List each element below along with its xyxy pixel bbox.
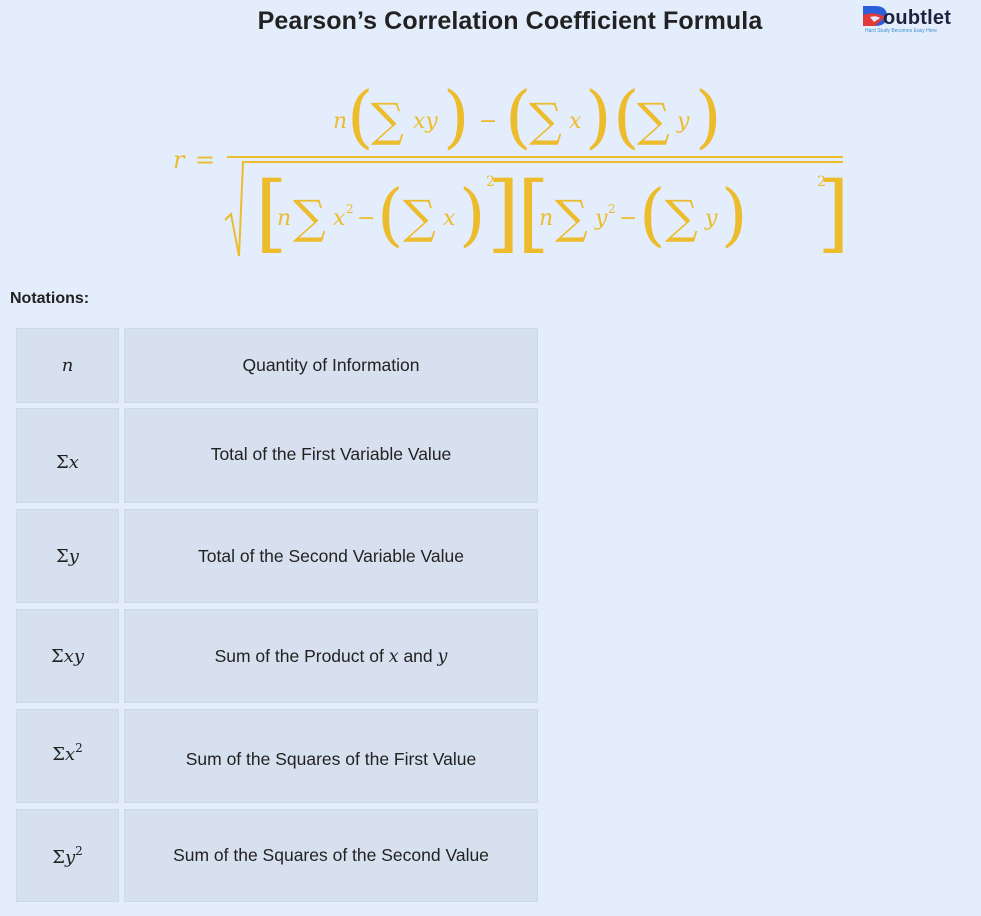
logo-tagline: Hard Study Becomes Easy Here — [865, 28, 937, 34]
num-n: n — [333, 109, 347, 134]
den-x-sq: 2 — [346, 202, 354, 216]
description-part: Sum of the Product of — [214, 645, 389, 666]
formula-r: r — [173, 146, 186, 174]
table-row: Σy2 Sum of the Squares of the Second Val… — [16, 809, 538, 902]
den-rparen-2: ) — [721, 176, 748, 255]
pearson-formula: r = n ( ∑ xy ) − ( ∑ x ) ( ∑ y ) [ n ∑ x… — [165, 78, 855, 262]
description-text: Sum of the Product of x and y — [215, 646, 448, 667]
num-lparen-2: ( — [505, 80, 532, 157]
num-rparen-3: ) — [695, 80, 722, 157]
num-sigma-2: ∑ — [529, 93, 562, 147]
symbol-sigma: Σ — [56, 545, 69, 567]
den-minus-2: − — [619, 206, 637, 231]
table-row: Σy Total of the Second Variable Value — [16, 509, 538, 603]
var-y: y — [437, 646, 448, 667]
symbol-sigma: Σ — [52, 744, 65, 765]
symbol-x: x — [64, 744, 76, 765]
page-title: Pearson’s Correlation Coefficient Formul… — [257, 7, 763, 35]
den-y-1: y — [594, 206, 608, 231]
den-n-1: n — [277, 206, 291, 231]
var-x: x — [388, 646, 399, 667]
symbol-cell: n — [16, 328, 119, 403]
description-cell: Quantity of Information — [124, 328, 538, 403]
symbol-cell: Σx — [16, 408, 119, 503]
den-lparen-1: ( — [377, 176, 404, 255]
den-x-1: x — [333, 206, 346, 231]
fraction-bar — [227, 156, 843, 158]
description-cell: Total of the First Variable Value — [124, 408, 538, 503]
symbol-n: n — [61, 355, 74, 376]
den-n-2: n — [539, 206, 553, 231]
symbol-y: y — [68, 545, 79, 567]
den-sigma-1: ∑ — [293, 190, 326, 244]
description-text: Sum of the Squares of the First Value — [185, 748, 477, 769]
den-rbrack-2: ] — [817, 164, 850, 260]
symbol-squared: 2 — [75, 843, 83, 858]
num-lparen-3: ( — [613, 80, 640, 157]
num-lparen-1: ( — [347, 80, 374, 157]
symbol-x: x — [68, 452, 79, 473]
table-row: n Quantity of Information — [16, 328, 538, 403]
table-row: Σx Total of the First Variable Value — [16, 408, 538, 503]
num-sigma-3: ∑ — [637, 93, 670, 147]
description-part: and — [398, 645, 438, 666]
num-xy: xy — [413, 109, 438, 134]
symbol-cell: Σx2 — [16, 709, 119, 803]
description-cell: Sum of the Product of x and y — [124, 609, 538, 703]
symbol-y: y — [64, 846, 76, 868]
symbol-cell: Σxy — [16, 609, 119, 703]
description-cell: Total of the Second Variable Value — [124, 509, 538, 603]
table-row: Σx2 Sum of the Squares of the First Valu… — [16, 709, 538, 803]
num-sigma-1: ∑ — [371, 93, 404, 147]
num-x: x — [569, 109, 582, 134]
table-row: Σxy Sum of the Product of x and y — [16, 609, 538, 703]
doubtlet-logo[interactable]: oubtlet Hard Study Becomes Easy Here — [861, 4, 973, 34]
den-lparen-2: ( — [639, 176, 666, 255]
den-sigma-2: ∑ — [403, 190, 436, 244]
den-y-sq: 2 — [608, 202, 616, 216]
num-rparen-2: ) — [585, 80, 612, 157]
den-rparen-1: ) — [459, 176, 486, 255]
den-y-2: y — [704, 206, 718, 231]
den-minus-1: − — [357, 206, 375, 231]
symbol-squared: 2 — [75, 741, 83, 755]
symbol-cell: Σy2 — [16, 809, 119, 902]
symbol-cell: Σy — [16, 509, 119, 603]
formula-equals: = — [195, 146, 215, 174]
den-x-2: x — [443, 206, 456, 231]
den-rbrack-1: ] — [487, 164, 520, 260]
den-sigma-4: ∑ — [665, 190, 698, 244]
symbol-sigma: Σ — [50, 645, 64, 667]
logo-wordmark: oubtlet — [883, 7, 952, 29]
symbol-sigma: Σ — [52, 846, 65, 868]
description-text: Total of the First Variable Value — [210, 444, 452, 464]
description-cell: Sum of the Squares of the First Value — [124, 709, 538, 803]
notations-heading: Notations: — [10, 290, 90, 307]
symbol-xy: xy — [63, 645, 85, 667]
num-y: y — [676, 109, 690, 134]
symbol-sigma: Σ — [56, 452, 69, 473]
description-cell: Sum of the Squares of the Second Value — [124, 809, 538, 902]
formula-svg: r = n ( ∑ xy ) − ( ∑ x ) ( ∑ y ) [ n ∑ x… — [173, 78, 850, 262]
den-sigma-3: ∑ — [555, 190, 588, 244]
num-minus: − — [479, 109, 497, 134]
num-rparen-1: ) — [443, 80, 470, 157]
